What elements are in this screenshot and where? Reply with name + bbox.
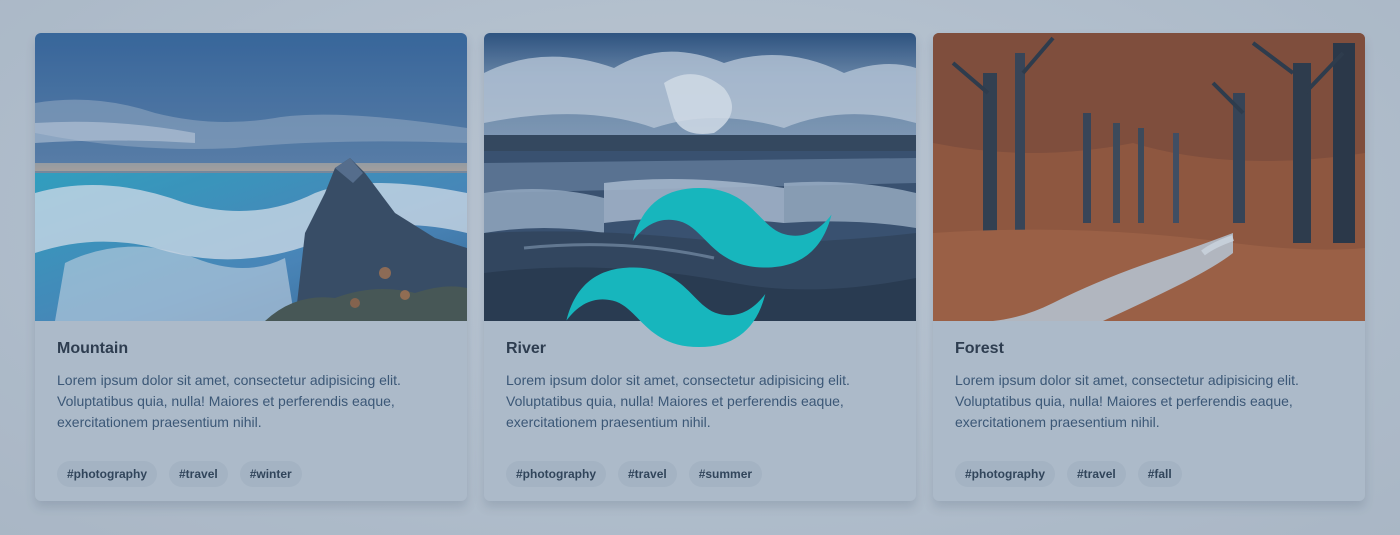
tag-list: #photography #travel #summer (506, 461, 763, 487)
tag-fall[interactable]: #fall (1137, 461, 1182, 487)
tag-photography[interactable]: #photography (57, 461, 157, 487)
tag-photography[interactable]: #photography (506, 461, 606, 487)
tag-travel[interactable]: #travel (618, 461, 677, 487)
card-title: Forest (955, 340, 1004, 357)
tag-travel[interactable]: #travel (169, 461, 228, 487)
card-image-forest (933, 33, 1365, 321)
tag-winter[interactable]: #winter (239, 461, 302, 487)
card-description: Lorem ipsum dolor sit amet, consectetur … (955, 372, 1299, 430)
card-description: Lorem ipsum dolor sit amet, consectetur … (57, 372, 401, 430)
tag-travel[interactable]: #travel (1067, 461, 1126, 487)
tag-photography[interactable]: #photography (955, 461, 1055, 487)
tag-summer[interactable]: #summer (688, 461, 763, 487)
tag-list: #photography #travel #fall (955, 461, 1182, 487)
card-forest[interactable]: Forest Lorem ipsum dolor sit amet, conse… (933, 33, 1365, 501)
card-title: River (506, 340, 547, 357)
card-description: Lorem ipsum dolor sit amet, consectetur … (506, 372, 850, 430)
card-title: Mountain (57, 340, 129, 357)
card-mountain[interactable]: Mountain Lorem ipsum dolor sit amet, con… (35, 33, 467, 501)
tailwind-logo-icon (566, 188, 832, 350)
tag-list: #photography #travel #winter (57, 461, 302, 487)
card-image-mountain (35, 33, 467, 321)
